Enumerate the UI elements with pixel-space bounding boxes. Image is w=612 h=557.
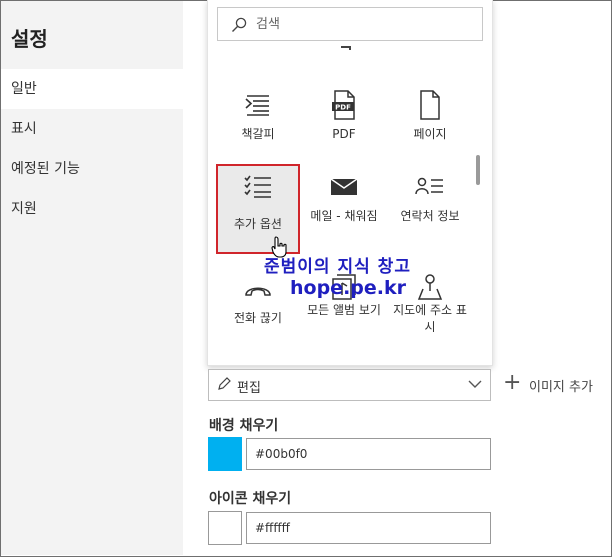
checklist-icon (244, 175, 271, 198)
tile-label: 메일 - 채워짐 (310, 209, 378, 223)
edit-dropdown-label: 편집 (237, 381, 261, 396)
icon-color-swatch[interactable] (208, 511, 242, 545)
search-icon (232, 17, 247, 32)
background-color-input[interactable] (255, 445, 475, 463)
sidebar-item-general[interactable]: 일반 (1, 69, 183, 109)
pdf-file-icon: PDF (332, 90, 355, 120)
page-icon (420, 90, 440, 120)
plus-icon: + (503, 370, 522, 395)
tile-label: 전화 끊기 (234, 311, 282, 325)
background-color-field[interactable] (246, 438, 491, 470)
background-color-swatch[interactable] (208, 437, 242, 471)
icon-search-box[interactable] (217, 7, 483, 41)
sidebar-item-display[interactable]: 표시 (1, 109, 183, 149)
map-pin-icon (417, 274, 443, 300)
hang-up-icon (245, 287, 271, 296)
icon-search-input[interactable] (256, 14, 456, 34)
sidebar-item-upcoming-features[interactable]: 예정된 기능 (1, 149, 183, 189)
watermark-line2: hope.pe.kr (290, 277, 406, 299)
icon-tile-hang-up[interactable]: 전화 끊기 (216, 270, 300, 354)
contact-info-icon (415, 177, 443, 195)
tile-label: 연락처 정보 (400, 209, 460, 223)
icon-tile-bookmark[interactable]: 책갈피 (216, 84, 300, 168)
icon-tile-mail-filled[interactable]: 메일 - 채워짐 (302, 166, 386, 250)
edit-dropdown[interactable]: 편집 (208, 369, 491, 401)
background-fill-label: 배경 채우기 (209, 418, 279, 434)
bookmark-lines-icon (245, 95, 269, 116)
icon-tile-page[interactable]: 페이지 (388, 84, 472, 168)
tile-label: 모든 앨범 보기 (307, 303, 381, 317)
settings-sidebar: 설정 일반 표시 예정된 기능 지원 (1, 1, 183, 555)
svg-text:PDF: PDF (335, 104, 351, 112)
partial-icon-above (341, 46, 351, 50)
hand-cursor-icon (271, 236, 287, 258)
icon-color-field[interactable] (246, 512, 491, 544)
add-image-label: 이미지 추가 (529, 380, 593, 395)
tile-label: 추가 옵션 (234, 217, 282, 231)
icon-tile-contact-info[interactable]: 연락처 정보 (388, 166, 472, 250)
pencil-icon (218, 377, 231, 390)
tile-label: 책갈피 (241, 127, 275, 141)
icon-fill-label: 아이콘 채우기 (209, 491, 292, 507)
icon-tile-pdf[interactable]: PDF PDF (302, 84, 386, 168)
tile-label: PDF (332, 127, 356, 141)
icon-list-scrollbar-thumb[interactable] (476, 155, 480, 185)
mail-filled-icon (330, 178, 358, 195)
sidebar-title: 설정 (11, 27, 48, 51)
sidebar-item-support[interactable]: 지원 (1, 189, 183, 229)
icon-color-input[interactable] (255, 519, 475, 537)
chevron-down-icon (468, 380, 482, 388)
tile-label: 페이지 (413, 127, 447, 141)
tile-label: 지도에 주소 표시 (393, 303, 467, 334)
